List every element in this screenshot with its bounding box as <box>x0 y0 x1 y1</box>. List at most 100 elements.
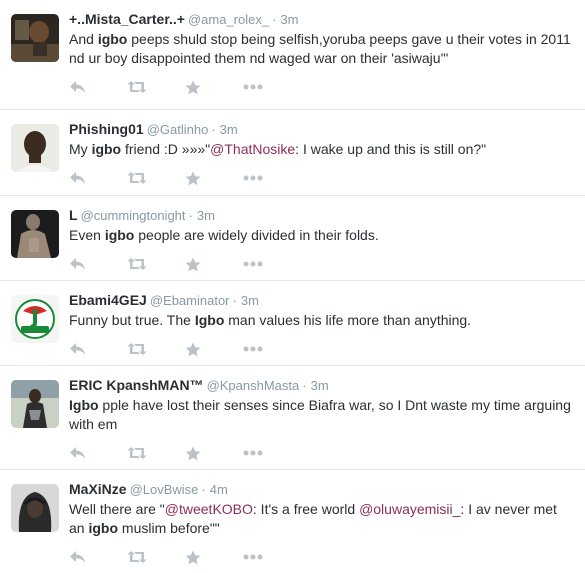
timestamp[interactable]: 3m <box>280 12 298 27</box>
more-button[interactable] <box>243 443 301 463</box>
reply-button[interactable] <box>69 77 127 97</box>
fullname[interactable]: Phishing01 <box>69 121 144 137</box>
mention-link[interactable]: @ThatNosike <box>210 141 295 157</box>
keyword-highlight: Igbo <box>69 397 99 413</box>
timestamp[interactable]: 3m <box>220 122 238 137</box>
tweet[interactable]: L @cummingtonight · 3m Even igbo people are… <box>0 196 585 281</box>
tweet-text-segment: friend :D »»»" <box>121 141 211 157</box>
keyword-highlight: Igbo <box>194 312 225 328</box>
keyword-highlight: igbo <box>104 227 135 243</box>
fullname[interactable]: +..Mista_Carter..+ <box>69 11 185 27</box>
avatar-photo-hoodie <box>11 484 59 532</box>
fullname[interactable]: MaXiNze <box>69 481 127 497</box>
tweet[interactable]: +..Mista_Carter..+ @ama_rolex_ · 3m And igb… <box>0 0 585 110</box>
favorite-button[interactable] <box>185 339 243 359</box>
keyword-highlight: igbo <box>88 520 119 536</box>
avatar[interactable] <box>11 14 59 62</box>
more-button[interactable] <box>243 254 301 274</box>
tweet-text-segment: pple have lost their senses since Biafra… <box>69 397 571 432</box>
favorite-icon <box>185 550 201 564</box>
retweet-button[interactable] <box>127 168 185 188</box>
avatar[interactable] <box>11 124 59 172</box>
timestamp[interactable]: 3m <box>241 293 259 308</box>
separator: · <box>302 378 307 393</box>
tweet[interactable]: MaXiNze @LovBwise · 4m Well there are "@twe… <box>0 470 585 573</box>
retweet-button[interactable] <box>127 339 185 359</box>
tweet[interactable]: ERIC KpanshMAN™ @KpanshMasta · 3m Igbo pple… <box>0 366 585 470</box>
tweet-text: Igbo pple have lost their senses since B… <box>69 396 573 434</box>
reply-button[interactable] <box>69 443 127 463</box>
more-button[interactable] <box>243 339 301 359</box>
retweet-button[interactable] <box>127 443 185 463</box>
tweet-header: Phishing01 @Gatlinho · 3m <box>69 120 573 139</box>
more-button[interactable] <box>243 77 301 97</box>
reply-icon <box>70 258 85 270</box>
tweet-text-segment: peeps shuld stop being selfish,yoruba pe… <box>69 31 571 66</box>
tweet-text-segment: Even <box>69 227 105 243</box>
reply-button[interactable] <box>69 254 127 274</box>
timestamp[interactable]: 3m <box>197 208 215 223</box>
mention-link[interactable]: @tweetKOBO <box>165 501 253 517</box>
avatar-photo-portrait <box>11 124 59 172</box>
favorite-icon <box>185 257 201 271</box>
mention-link[interactable]: @oluwayemisii_ <box>359 501 460 517</box>
tweet-text-segment: My <box>69 141 92 157</box>
username[interactable]: @ama_rolex_ <box>188 12 269 27</box>
tweet-text-segment: man values his life more than anything. <box>224 312 472 328</box>
retweet-button[interactable] <box>127 547 185 567</box>
reply-icon <box>70 81 85 93</box>
username[interactable]: @KpanshMasta <box>207 378 300 393</box>
fullname[interactable]: Ebami4GEJ <box>69 292 147 308</box>
avatar[interactable] <box>11 295 59 343</box>
retweet-icon <box>127 447 147 459</box>
tweet-text: My igbo friend :D »»»"@ThatNosike: I wak… <box>69 140 573 159</box>
avatar[interactable] <box>11 210 59 258</box>
username[interactable]: @cummingtonight <box>81 208 186 223</box>
more-icon <box>243 554 263 560</box>
avatar-photo-shirtless <box>11 210 59 258</box>
more-button[interactable] <box>243 547 301 567</box>
favorite-button[interactable] <box>185 77 243 97</box>
retweet-button[interactable] <box>127 77 185 97</box>
retweet-icon <box>127 551 147 563</box>
fullname[interactable]: ERIC KpanshMAN™ <box>69 377 204 393</box>
username[interactable]: @Gatlinho <box>147 122 209 137</box>
reply-button[interactable] <box>69 547 127 567</box>
reply-icon <box>70 551 85 563</box>
retweet-button[interactable] <box>127 254 185 274</box>
timestamp[interactable]: 3m <box>311 378 329 393</box>
avatar-party-logo <box>11 295 59 343</box>
tweet-actions <box>69 165 573 191</box>
reply-icon <box>70 447 85 459</box>
tweet-text-segment: Funny but true. The <box>69 312 195 328</box>
timestamp[interactable]: 4m <box>210 482 228 497</box>
username[interactable]: @LovBwise <box>130 482 199 497</box>
keyword-highlight: igbo <box>91 141 122 157</box>
tweet-header: Ebami4GEJ @Ebaminator · 3m <box>69 291 573 310</box>
favorite-button[interactable] <box>185 168 243 188</box>
tweet[interactable]: Ebami4GEJ @Ebaminator · 3m Funny but true. … <box>0 281 585 366</box>
separator: · <box>211 122 216 137</box>
separator: · <box>201 482 206 497</box>
retweet-icon <box>127 343 147 355</box>
reply-button[interactable] <box>69 339 127 359</box>
favorite-button[interactable] <box>185 254 243 274</box>
tweet-text: Even igbo people are widely divided in t… <box>69 226 573 245</box>
avatar[interactable] <box>11 484 59 532</box>
avatar[interactable] <box>11 380 59 428</box>
tweet[interactable]: Phishing01 @Gatlinho · 3m My igbo friend :D… <box>0 110 585 196</box>
reply-icon <box>70 343 85 355</box>
favorite-button[interactable] <box>185 443 243 463</box>
favorite-icon <box>185 171 201 185</box>
tweet-header: +..Mista_Carter..+ @ama_rolex_ · 3m <box>69 10 573 29</box>
tweet-header: MaXiNze @LovBwise · 4m <box>69 480 573 499</box>
fullname[interactable]: L <box>69 207 78 223</box>
reply-button[interactable] <box>69 168 127 188</box>
favorite-button[interactable] <box>185 547 243 567</box>
tweet-text-segment: : I wake up and this is still on?" <box>295 141 487 157</box>
tweet-header: L @cummingtonight · 3m <box>69 206 573 225</box>
favorite-icon <box>185 342 201 356</box>
more-button[interactable] <box>243 168 301 188</box>
username[interactable]: @Ebaminator <box>150 293 230 308</box>
tweet-header: ERIC KpanshMAN™ @KpanshMasta · 3m <box>69 376 573 395</box>
